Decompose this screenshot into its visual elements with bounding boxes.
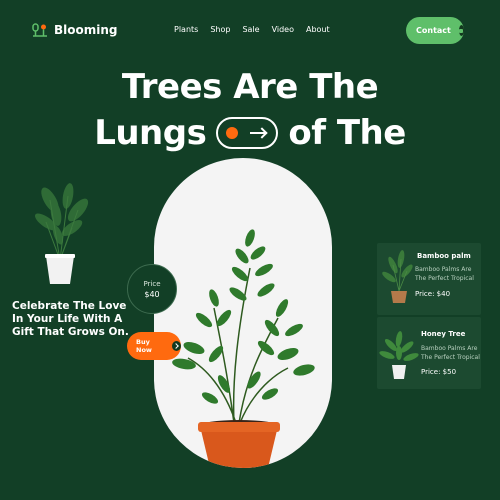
hero-headline: Trees Are The Lungs of The [0, 64, 500, 156]
bamboo-palm-image [382, 250, 413, 303]
hero-toggle[interactable] [216, 117, 279, 149]
arrow-right-icon [250, 132, 267, 134]
hero-line-2-left: Lungs [94, 113, 207, 153]
hero-line-2: Lungs of The [0, 110, 500, 156]
main-menu: Plants Shop Sale Video About [174, 25, 330, 34]
contact-label: Contact [416, 26, 451, 35]
side-plant-image [34, 183, 89, 284]
nav-item-sale[interactable]: Sale [242, 25, 259, 34]
product-card-bamboo-palm[interactable]: Bamboo palm Bamboo Palms Are The Perfect… [377, 243, 481, 315]
leaf-logo-icon [32, 23, 47, 37]
nav-item-video[interactable]: Video [272, 25, 294, 34]
side-tagline: Celebrate The Love In Your Life With A G… [12, 300, 129, 338]
buy-now-button[interactable]: Buy Now [127, 332, 181, 360]
contact-icon [458, 25, 464, 36]
card-title: Honey Tree [421, 330, 466, 338]
brand-name: Blooming [54, 23, 118, 37]
nav-item-about[interactable]: About [306, 25, 330, 34]
honey-tree-image [379, 331, 419, 379]
chevron-right-icon [171, 341, 181, 351]
featured-price-value: $40 [144, 289, 160, 299]
hero-line-1: Trees Are The [121, 67, 379, 107]
card-description: Bamboo Palms Are The Perfect Tropical [415, 266, 474, 282]
product-card-honey-tree[interactable]: Honey Tree Bamboo Palms Are The Perfect … [377, 317, 481, 389]
nav-item-shop[interactable]: Shop [210, 25, 230, 34]
top-nav: Blooming Plants Shop Sale Video About Co… [0, 0, 500, 60]
hero-line-2-right: of The [288, 113, 406, 153]
card-price: Price: $50 [421, 368, 457, 376]
toggle-knob-icon [226, 127, 239, 139]
card-title: Bamboo palm [417, 252, 471, 260]
card-description: Bamboo Palms Are The Perfect Tropical [421, 345, 480, 361]
featured-price-label: Price [143, 279, 161, 288]
contact-button[interactable]: Contact [406, 17, 464, 44]
featured-price-badge: Price $40 [127, 264, 177, 314]
featured-plant-panel [154, 158, 332, 468]
nav-item-plants[interactable]: Plants [174, 25, 198, 34]
buy-now-label: Buy Now [136, 338, 152, 354]
featured-plant-image [172, 229, 315, 468]
card-price: Price: $40 [415, 290, 451, 298]
logo[interactable]: Blooming [32, 22, 118, 38]
